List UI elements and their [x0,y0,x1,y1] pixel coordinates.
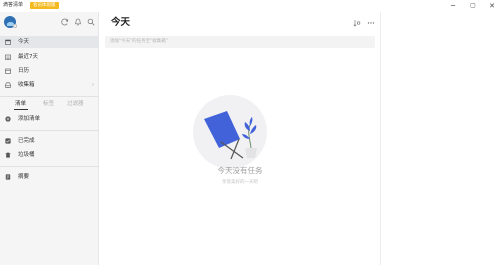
calendar-week-icon [5,54,11,60]
vip-badge[interactable]: 会员体验版 [30,2,59,9]
list-type-tabs: 清单 标签 过滤器 [0,98,99,110]
sort-icon[interactable] [353,19,361,27]
app-title: 滴答清单 [3,2,24,8]
close-button[interactable]: ✕ [487,1,497,11]
empty-state-subtitle: 享受美好的一天吧 [222,180,258,185]
calendar-icon [5,68,11,74]
search-icon[interactable] [87,18,95,26]
sidebar-item-label: 收集箱 [18,82,35,88]
tab-filters[interactable]: 过滤器 [67,98,84,110]
sidebar-item-completed[interactable]: 已完成 [0,135,99,147]
inbox-icon [5,82,11,88]
sidebar-item-inbox[interactable]: 收集箱 › [0,79,99,91]
more-options-icon[interactable] [367,19,375,27]
maximize-button[interactable]: ▢ [468,1,478,11]
add-list-button[interactable]: 添加清单 [0,113,99,125]
sidebar-item-calendar[interactable]: 日历 [0,65,99,77]
document-icon [5,174,11,180]
calendar-today-icon [5,39,11,45]
add-task-input[interactable]: 添加"今天"的任务至"收集箱" [105,36,375,48]
avatar-status-icon [13,24,17,28]
sidebar-divider [0,96,99,97]
beach-chair-illustration [193,95,267,169]
plus-circle-icon [5,116,11,122]
sidebar-divider [0,130,99,131]
sidebar-item-label: 摘要 [18,174,30,180]
notification-bell-icon[interactable] [74,18,82,26]
add-list-label: 添加清单 [18,116,41,122]
sidebar-item-label: 日历 [18,68,30,74]
sidebar-divider [0,166,99,167]
sidebar-item-label: 今天 [18,39,30,45]
page-title: 今天 [111,17,131,28]
checkbox-icon [5,138,11,144]
sidebar: 今天 最近7天 日历 收集箱 › 清单 标签 过滤器 添加清单 已完成 垃圾桶 … [0,12,99,265]
task-panel: 今天 添加"今天"的任务至"收集箱" 今天没有任务 享受美好的一天吧 [100,12,380,265]
sidebar-item-label: 最近7天 [18,54,38,60]
sidebar-item-label: 垃圾桶 [18,152,35,158]
sidebar-item-summary[interactable]: 摘要 [0,171,99,183]
minimize-button[interactable]: ─ [448,1,458,11]
sidebar-item-label: 已完成 [18,138,35,144]
task-detail-pane [380,12,500,265]
expand-arrow-icon[interactable]: › [92,79,94,91]
trash-icon [5,152,11,158]
sidebar-item-trash[interactable]: 垃圾桶 [0,149,99,161]
add-task-placeholder: 添加"今天"的任务至"收集箱" [110,39,168,44]
sidebar-item-today[interactable]: 今天 [0,36,99,48]
sidebar-item-next-7-days[interactable]: 最近7天 [0,51,99,63]
empty-state-title: 今天没有任务 [217,166,263,175]
title-bar: 滴答清单 会员体验版 ─ ▢ ✕ [0,0,500,12]
sync-icon[interactable] [61,18,69,26]
tab-tags[interactable]: 标签 [43,98,54,110]
tab-active-indicator [14,109,28,110]
